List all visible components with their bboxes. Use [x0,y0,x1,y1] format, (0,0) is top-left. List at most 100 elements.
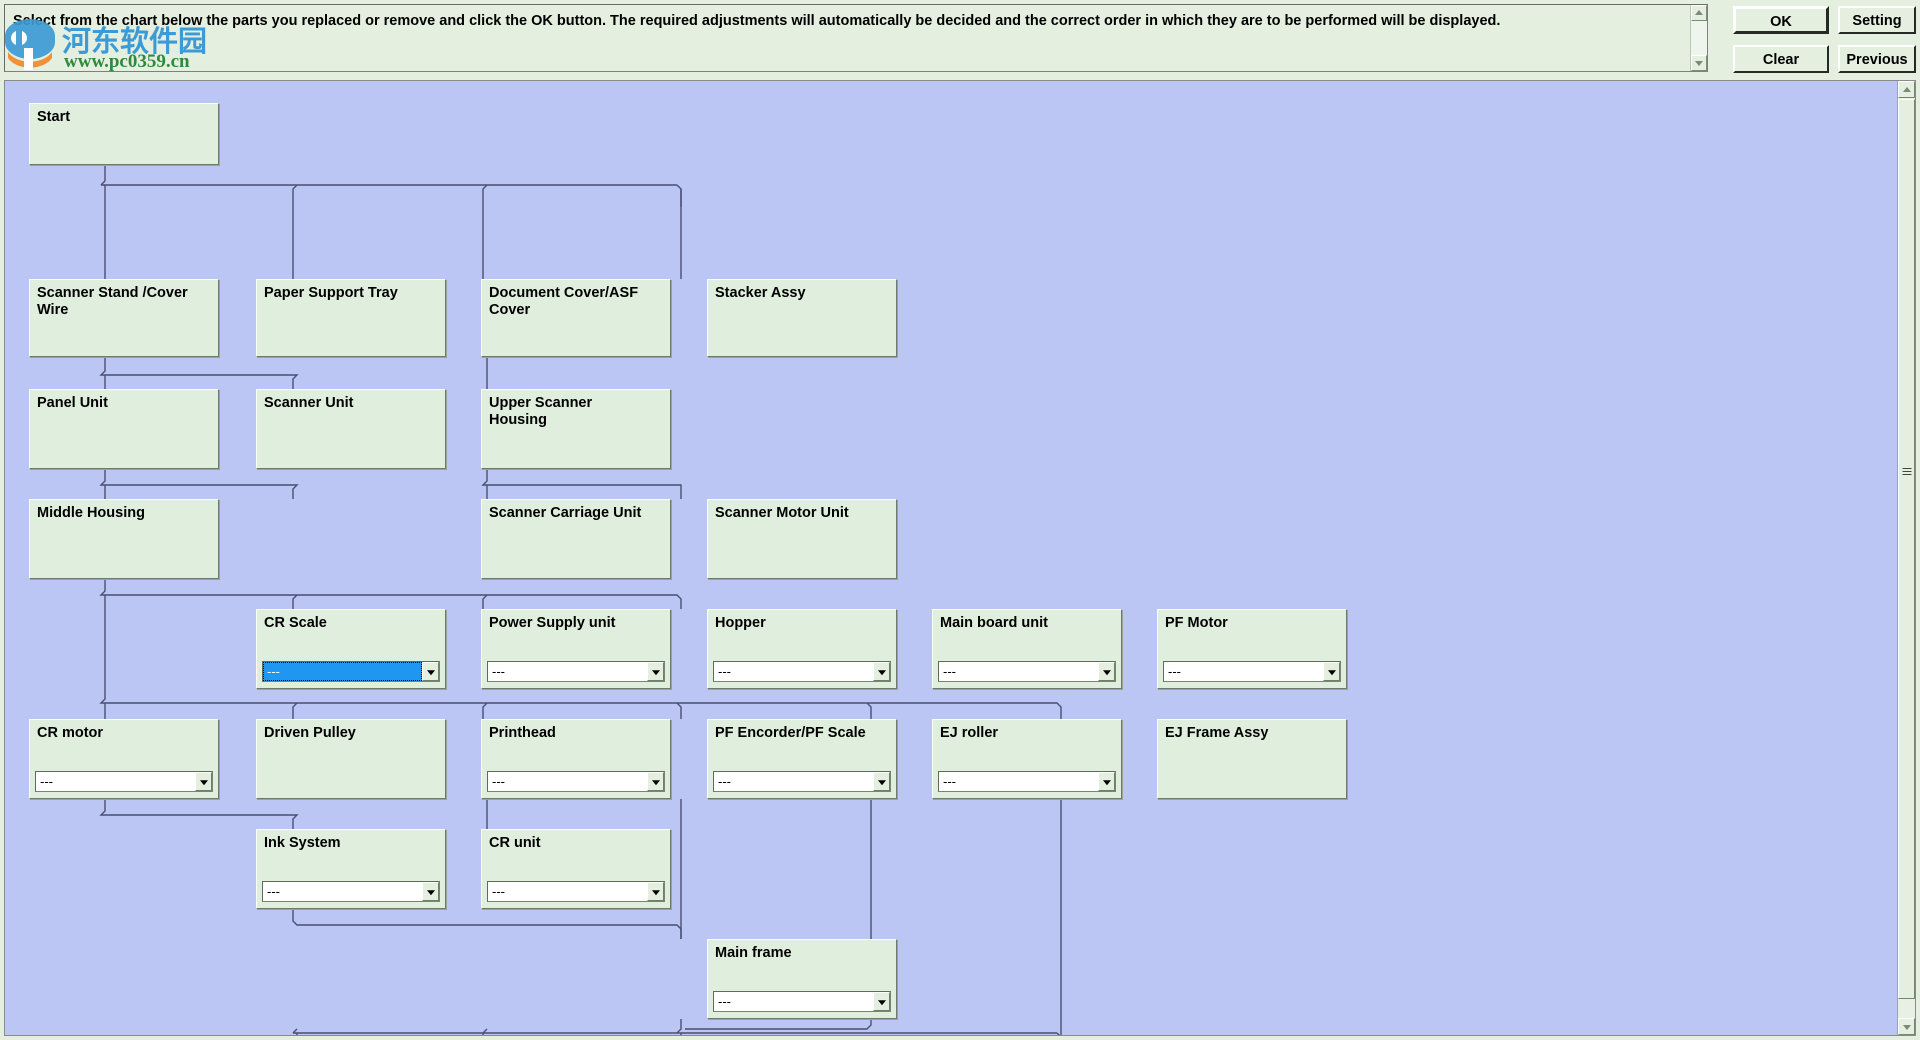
chart-node-ink_system[interactable]: Ink System --- [256,829,446,909]
chart-node-label: Paper Support Tray [264,285,398,301]
clear-button[interactable]: Clear [1733,45,1829,73]
previous-button[interactable]: Previous [1838,45,1916,73]
chart-node-label: EJ roller [940,725,999,741]
part-select-value: --- [939,662,1098,681]
adjustment-program-window: Select from the chart below the parts yo… [0,0,1920,1040]
chart-node-label: Driven Pulley [264,725,356,741]
chart-node-label: PF Encorder/PF Scale [715,725,866,741]
chevron-down-icon[interactable] [873,772,890,791]
chart-node-label: CR Scale [264,615,327,631]
chart-node-label: Start [37,109,71,125]
chart-node-label: Document Cover/ASF Cover [489,285,639,318]
chart-node-label: Scanner Motor Unit [715,505,849,521]
chart-node-panel_unit[interactable]: Panel Unit [29,389,219,469]
chart-node-label: Scanner Unit [264,395,354,411]
chevron-down-icon[interactable] [647,882,664,901]
chart-node-scanner_motor[interactable]: Scanner Motor Unit [707,499,897,579]
part-select-ink_system[interactable]: --- [262,881,440,902]
chart-node-label: Stacker Assy [715,285,806,301]
chart-node-label: Printhead [489,725,556,741]
chart-node-label: Scanner Stand /Cover Wire [37,285,188,318]
chevron-down-icon [1695,61,1703,66]
part-select-value: --- [488,772,647,791]
chevron-down-icon[interactable] [873,662,890,681]
chart-node-label: Middle Housing [37,505,145,521]
chart-node-pf_encoder[interactable]: PF Encorder/PF Scale --- [707,719,897,799]
part-select-pf_motor[interactable]: --- [1163,661,1341,682]
part-select-cr_scale[interactable]: --- [262,661,440,682]
part-select-ej_roller[interactable]: --- [938,771,1116,792]
chevron-down-icon[interactable] [1323,662,1340,681]
chart-node-stacker_assy[interactable]: Stacker Assy [707,279,897,357]
chart-node-scanner_unit[interactable]: Scanner Unit [256,389,446,469]
chart-node-hopper[interactable]: Hopper --- [707,609,897,689]
ok-button[interactable]: OK [1733,6,1829,34]
chart-node-pf_motor[interactable]: PF Motor --- [1157,609,1347,689]
chevron-down-icon[interactable] [195,772,212,791]
part-select-cr_motor[interactable]: --- [35,771,213,792]
chevron-down-icon[interactable] [1098,662,1115,681]
instruction-scroll-down-button[interactable] [1691,55,1707,71]
chart-node-scanner_stand[interactable]: Scanner Stand /Cover Wire [29,279,219,357]
part-select-value: --- [488,882,647,901]
header-bar: Select from the chart below the parts yo… [0,0,1920,76]
chevron-down-icon[interactable] [1098,772,1115,791]
part-select-value: --- [36,772,195,791]
part-select-hopper[interactable]: --- [713,661,891,682]
chart-node-label: PF Motor [1165,615,1228,631]
part-select-pf_encoder[interactable]: --- [713,771,891,792]
chart-node-cr_unit[interactable]: CR unit --- [481,829,671,909]
chevron-down-icon[interactable] [647,772,664,791]
chart-node-upper_scanner[interactable]: Upper Scanner Housing [481,389,671,469]
chart-node-label: Ink System [264,835,341,851]
chevron-down-icon[interactable] [873,992,890,1011]
chart-scroll-up-button[interactable] [1898,81,1915,98]
chevron-up-icon [1902,86,1911,92]
chevron-down-icon[interactable] [422,662,439,681]
part-select-power_supply[interactable]: --- [487,661,665,682]
chart-node-label: Main frame [715,945,792,961]
instruction-scrollbar[interactable] [1690,5,1707,71]
part-select-printhead[interactable]: --- [487,771,665,792]
chart-node-label: Main board unit [940,615,1048,631]
chart-node-power_supply[interactable]: Power Supply unit --- [481,609,671,689]
part-select-value: --- [263,882,422,901]
chart-node-label: EJ Frame Assy [1165,725,1269,741]
chart-node-main_frame[interactable]: Main frame --- [707,939,897,1019]
chart-node-start[interactable]: Start [29,103,219,165]
chart-node-label: Power Supply unit [489,615,616,631]
chart-node-scanner_carriage[interactable]: Scanner Carriage Unit [481,499,671,579]
chart-node-middle_housing[interactable]: Middle Housing [29,499,219,579]
instruction-panel: Select from the chart below the parts yo… [4,4,1708,72]
chart-node-main_board[interactable]: Main board unit --- [932,609,1122,689]
part-select-main_board[interactable]: --- [938,661,1116,682]
instruction-text: Select from the chart below the parts yo… [13,13,1501,29]
part-select-value: --- [714,772,873,791]
parts-chart-canvas: Start Scanner Stand /Cover Wire Paper Supp… [5,81,1897,1035]
chart-node-label: Upper Scanner Housing [489,395,593,428]
chart-node-document_cover[interactable]: Document Cover/ASF Cover [481,279,671,357]
chart-node-paper_support[interactable]: Paper Support Tray [256,279,446,357]
chevron-down-icon[interactable] [422,882,439,901]
chart-vertical-scrollbar[interactable] [1897,81,1915,1035]
setting-button[interactable]: Setting [1838,6,1916,34]
chart-scroll-down-button[interactable] [1898,1018,1915,1035]
chart-node-label: CR unit [489,835,541,851]
chart-node-ej_frame[interactable]: EJ Frame Assy [1157,719,1347,799]
part-select-value: --- [263,662,422,681]
part-select-value: --- [488,662,647,681]
instruction-scroll-track[interactable] [1691,21,1707,55]
part-select-main_frame[interactable]: --- [713,991,891,1012]
part-select-cr_unit[interactable]: --- [487,881,665,902]
instruction-scroll-up-button[interactable] [1691,5,1707,21]
chart-node-printhead[interactable]: Printhead --- [481,719,671,799]
chevron-down-icon [1902,1024,1911,1030]
chart-node-cr_motor[interactable]: CR motor --- [29,719,219,799]
chart-scroll-thumb[interactable] [1898,99,1915,999]
chart-node-ej_roller[interactable]: EJ roller --- [932,719,1122,799]
chart-node-cr_scale[interactable]: CR Scale --- [256,609,446,689]
part-select-value: --- [714,992,873,1011]
chevron-down-icon[interactable] [647,662,664,681]
chart-node-label: Scanner Carriage Unit [489,505,642,521]
chart-node-driven_pulley[interactable]: Driven Pulley [256,719,446,799]
